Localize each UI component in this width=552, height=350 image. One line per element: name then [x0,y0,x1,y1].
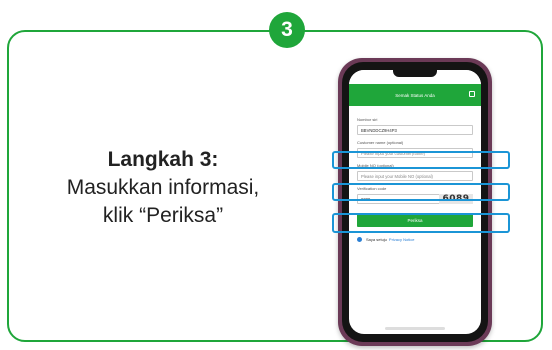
phone-screen: Semak Status Anda Nombor siri BBVNDDCZ9H… [349,70,481,334]
serial-number-label: Nombor siri [357,117,378,122]
agreement-row: Saya setuju Privacy Notice [357,237,473,242]
agree-checkbox[interactable] [357,237,362,242]
privacy-notice-link[interactable]: Privacy Notice [389,237,415,242]
app-header: Semak Status Anda [349,84,481,106]
customer-name-label: Customer name (optional) [357,140,404,145]
step-description: Langkah 3: Masukkan informasi, klik “Per… [28,146,298,230]
highlight-mobile-number [332,183,510,201]
phone-notch [393,70,437,77]
step-line-1: Masukkan informasi, [66,176,260,199]
step-title: Langkah 3: [107,148,219,171]
app-header-title: Semak Status Anda [395,92,435,98]
phone-bezel: Semak Status Anda Nombor siri BBVNDDCZ9H… [342,62,488,342]
highlight-verification-code [332,213,510,233]
home-indicator [385,327,445,330]
menu-icon[interactable] [469,91,475,97]
agree-text: Saya setuju [366,237,387,242]
step-number-badge: 3 [269,12,305,48]
phone-mockup: Semak Status Anda Nombor siri BBVNDDCZ9H… [338,58,492,346]
highlight-customer-name [332,151,510,169]
serial-number-input[interactable]: BBVNDDCZ9H4P3 [357,125,473,135]
step-line-2: klik “Periksa” [102,204,224,227]
mobile-number-input[interactable]: Please input your Mobile NO (optional) [357,171,473,181]
